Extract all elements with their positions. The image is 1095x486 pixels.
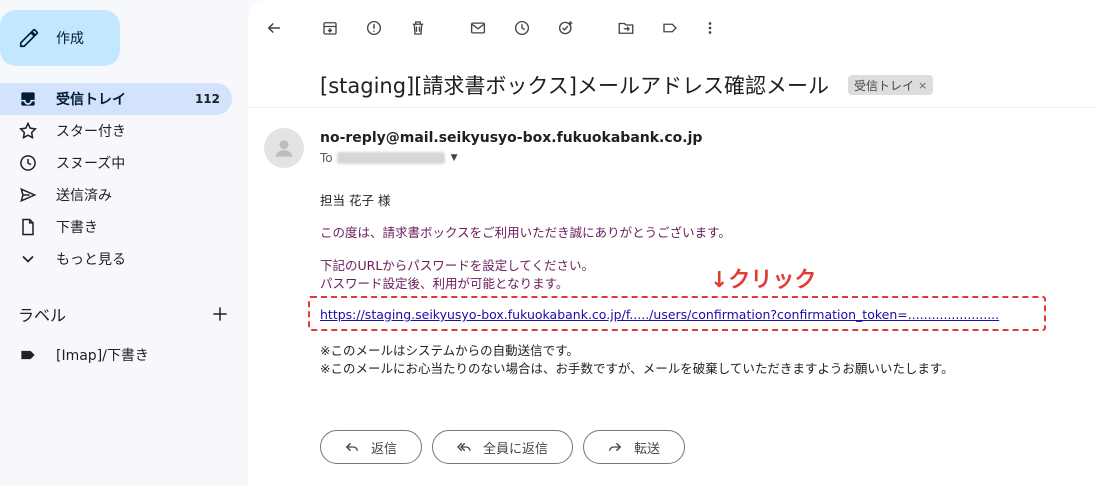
chip-label: 受信トレイ — [854, 78, 915, 93]
reply-icon — [345, 442, 358, 452]
forward-button[interactable]: 転送 — [583, 430, 686, 464]
label-icon — [663, 23, 677, 33]
sidebar-item-starred[interactable]: スター付き — [0, 115, 232, 147]
sender-address[interactable]: no-reply@mail.seikyusyo-box.fukuokabank.… — [320, 130, 702, 146]
clock-icon — [514, 20, 530, 36]
sidebar-item-label-imap-drafts[interactable]: [Imap]/下書き — [0, 339, 232, 371]
back-button[interactable] — [261, 15, 287, 41]
forward-label: 転送 — [634, 441, 661, 457]
archive-icon — [323, 22, 337, 35]
reply-label: 返信 — [371, 441, 398, 457]
more-options-button[interactable] — [697, 15, 723, 41]
task-add-icon — [558, 21, 573, 35]
sidebar-item-inbox[interactable]: 受信トレイ 112 — [0, 83, 232, 115]
body-line-after-setting: パスワード設定後、利用が可能となります。 — [320, 276, 569, 291]
label-tag-icon — [18, 345, 38, 365]
body-note-discard: ※このメールにお心当たりのない場合は、お手数ですが、メールを破棄していただきます… — [320, 361, 954, 376]
labels-section-header: ラベル — [18, 302, 230, 326]
forward-icon — [609, 442, 622, 452]
trash-icon — [412, 21, 424, 35]
details-dropdown-icon[interactable]: ▼ — [451, 153, 458, 163]
reply-all-icon — [457, 442, 471, 452]
reply-all-label: 全員に返信 — [483, 441, 549, 457]
labels-button[interactable] — [657, 15, 683, 41]
clock-icon — [18, 153, 38, 173]
recipient-line: To ▼ — [320, 151, 458, 165]
remove-label-icon[interactable]: × — [918, 79, 927, 92]
sidebar-item-label: スヌーズ中 — [56, 156, 126, 172]
sidebar-item-drafts[interactable]: 下書き — [0, 211, 232, 243]
sidebar-item-sent[interactable]: 送信済み — [0, 179, 232, 211]
body-note-auto-sent: ※このメールはシステムからの自動送信です。 — [320, 343, 579, 358]
star-icon — [18, 121, 38, 141]
message-view: [staging][請求書ボックス]メールアドレス確認メール 受信トレイ × n… — [248, 0, 1095, 486]
redacted-recipient — [336, 152, 445, 164]
snooze-button[interactable] — [509, 15, 535, 41]
sidebar-item-label: 下書き — [56, 220, 98, 236]
divider — [248, 107, 1095, 108]
sidebar-item-label: 受信トレイ — [56, 92, 126, 108]
compose-label: 作成 — [56, 31, 84, 47]
arrow-left-icon — [267, 22, 280, 34]
inbox-label-chip: 受信トレイ × — [848, 75, 934, 95]
chevron-down-icon — [18, 249, 38, 269]
pencil-icon — [19, 28, 39, 48]
more-vert-icon — [708, 22, 712, 34]
sidebar: 作成 受信トレイ 112 スター付き スヌーズ中 送信済み 下書き もっと見る — [0, 0, 248, 486]
compose-button[interactable]: 作成 — [0, 10, 120, 66]
greeting: 担当 花子 様 — [320, 193, 391, 208]
person-icon — [275, 140, 293, 157]
sidebar-item-label: もっと見る — [56, 252, 126, 268]
sidebar-item-label: 送信済み — [56, 188, 112, 204]
sidebar-item-more[interactable]: もっと見る — [0, 243, 232, 275]
click-annotation: ↓クリック — [710, 268, 817, 293]
mail-icon — [470, 22, 486, 34]
message-toolbar — [248, 8, 1095, 48]
move-to-button[interactable] — [613, 15, 639, 41]
folder-move-icon — [618, 22, 634, 34]
sidebar-item-label: [Imap]/下書き — [56, 348, 149, 364]
email-subject: [staging][請求書ボックス]メールアドレス確認メール — [320, 74, 829, 98]
labels-heading: ラベル — [18, 306, 67, 325]
gmail-window: 作成 受信トレイ 112 スター付き スヌーズ中 送信済み 下書き もっと見る — [0, 0, 1095, 486]
file-icon — [18, 217, 38, 237]
to-label: To — [320, 151, 333, 165]
inbox-icon — [18, 89, 38, 109]
unread-count: 112 — [194, 92, 220, 106]
avatar[interactable] — [264, 128, 304, 168]
send-icon — [18, 185, 38, 205]
sidebar-item-label: スター付き — [56, 124, 126, 140]
add-task-button[interactable] — [553, 15, 579, 41]
body-line-thanks: この度は、請求書ボックスをご利用いただき誠にありがとうございます。 — [320, 225, 731, 240]
body-line-set-password: 下記のURLからパスワードを設定してください。 — [320, 258, 595, 273]
reply-all-button[interactable]: 全員に返信 — [432, 430, 574, 464]
reply-actions: 返信 全員に返信 転送 — [320, 430, 686, 464]
mark-unread-button[interactable] — [465, 15, 491, 41]
delete-button[interactable] — [405, 15, 431, 41]
add-label-icon[interactable] — [210, 304, 230, 324]
confirmation-link[interactable]: https://staging.seikyusyo-box.fukuokaban… — [320, 307, 1040, 322]
sidebar-item-snoozed[interactable]: スヌーズ中 — [0, 147, 232, 179]
alert-icon — [366, 20, 382, 36]
archive-button[interactable] — [317, 15, 343, 41]
report-spam-button[interactable] — [361, 15, 387, 41]
reply-button[interactable]: 返信 — [320, 430, 423, 464]
